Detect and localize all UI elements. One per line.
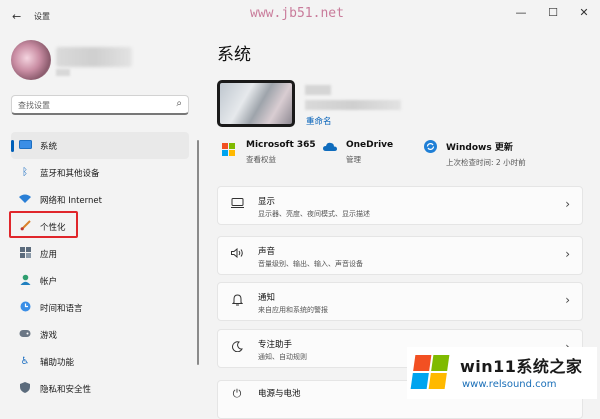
sidebar-item-accessibility[interactable]: ♿ 辅助功能 <box>11 348 189 375</box>
sidebar-nav: 系统 ᛒ 蓝牙和其他设备 网络和 Internet 个性化 应用 帐户 时间和语… <box>11 132 189 402</box>
gamepad-icon <box>18 329 32 341</box>
tile-windows-update[interactable]: Windows 更新 上次检查时间: 2 小时前 <box>422 140 526 168</box>
chevron-right-icon: › <box>565 247 570 261</box>
tile-title: Windows 更新 <box>446 143 513 153</box>
card-sound[interactable]: 声音 音量级别、输出、输入、声音设备 › <box>217 236 583 275</box>
sidebar-item-label: 系统 <box>40 141 58 152</box>
moon-icon <box>230 341 244 355</box>
card-display[interactable]: 显示 显示器、亮度、夜间模式、显示描述 › <box>217 186 583 225</box>
microsoft-logo-icon <box>222 140 238 156</box>
search-input[interactable] <box>18 97 168 113</box>
sidebar-item-accounts[interactable]: 帐户 <box>11 267 189 294</box>
tile-title: OneDrive <box>346 140 394 150</box>
sidebar-item-bluetooth[interactable]: ᛒ 蓝牙和其他设备 <box>11 159 189 186</box>
search-box[interactable]: ⌕ <box>11 95 189 115</box>
watermark-text: www.jb51.net <box>250 6 344 21</box>
highlight-annotation-box <box>9 211 78 238</box>
bluetooth-icon: ᛒ <box>22 167 28 178</box>
sidebar-item-time-language[interactable]: 时间和语言 <box>11 294 189 321</box>
accessibility-icon: ♿ <box>20 356 30 367</box>
card-subtitle: 显示器、亮度、夜间模式、显示描述 <box>258 210 370 218</box>
title-bar: ← 设置 www.jb51.net — ☐ ✕ <box>0 0 600 32</box>
blurred-user-name <box>56 47 132 67</box>
apps-icon <box>18 246 32 261</box>
card-title: 显示 <box>258 197 276 207</box>
tile-subtitle: 管理 <box>346 155 361 164</box>
chevron-right-icon: › <box>565 197 570 211</box>
sidebar-item-label: 应用 <box>40 249 58 260</box>
sidebar-item-label: 网络和 Internet <box>40 195 102 206</box>
tile-subtitle: 上次检查时间: 2 小时前 <box>446 158 526 167</box>
watermark-url: www.relsound.com <box>462 379 557 390</box>
maximize-button[interactable]: ☐ <box>545 6 561 19</box>
wifi-icon <box>18 194 32 206</box>
card-title: 电源与电池 <box>258 389 301 399</box>
minimize-button[interactable]: — <box>513 6 529 19</box>
window-title: 设置 <box>34 12 50 21</box>
close-button[interactable]: ✕ <box>576 6 592 19</box>
speaker-icon <box>230 247 244 261</box>
card-subtitle: 通知、自动规则 <box>258 353 307 361</box>
sidebar-item-gaming[interactable]: 游戏 <box>11 321 189 348</box>
card-title: 通知 <box>258 293 276 303</box>
cloud-icon <box>322 140 338 156</box>
card-title: 专注助手 <box>258 340 293 350</box>
chevron-right-icon: › <box>565 293 570 307</box>
device-wallpaper-thumbnail <box>217 80 295 127</box>
power-icon: ⏻ <box>232 387 242 400</box>
bell-icon <box>230 294 244 309</box>
rename-link[interactable]: 重命名 <box>306 115 332 127</box>
search-icon[interactable]: ⌕ <box>176 98 182 109</box>
card-notifications[interactable]: 通知 来自应用和系统的警报 › <box>217 282 583 321</box>
page-title: 系统 <box>217 45 251 65</box>
tile-onedrive[interactable]: OneDrive 管理 <box>322 140 393 165</box>
account-icon <box>18 274 32 288</box>
sidebar-item-system[interactable]: 系统 <box>11 132 189 159</box>
sidebar-item-label: 帐户 <box>40 276 58 287</box>
card-subtitle: 来自应用和系统的警报 <box>258 306 328 314</box>
card-title: 声音 <box>258 247 276 257</box>
sidebar-item-label: 辅助功能 <box>40 357 75 368</box>
tile-subtitle: 查看权益 <box>246 155 276 164</box>
system-display-icon <box>18 139 32 152</box>
blurred-user-detail <box>56 69 70 76</box>
card-subtitle: 音量级别、输出、输入、声音设备 <box>258 260 363 268</box>
sidebar-item-label: 蓝牙和其他设备 <box>40 168 100 179</box>
sidebar-item-network[interactable]: 网络和 Internet <box>11 186 189 213</box>
tile-title: Microsoft 365 <box>246 140 316 150</box>
sidebar-item-label: 时间和语言 <box>40 303 83 314</box>
sidebar-item-apps[interactable]: 应用 <box>11 240 189 267</box>
blurred-device-name <box>305 85 331 95</box>
globe-clock-icon <box>18 301 32 315</box>
blurred-device-model <box>305 100 401 110</box>
shield-icon <box>18 381 32 396</box>
tile-microsoft-365[interactable]: Microsoft 365 查看权益 <box>222 140 316 165</box>
sync-icon <box>422 140 438 156</box>
sidebar-item-label: 隐私和安全性 <box>40 384 92 395</box>
back-arrow-icon[interactable]: ← <box>12 10 21 23</box>
watermark-title: win11系统之家 <box>460 357 583 376</box>
windows-logo-icon <box>410 355 450 389</box>
sidebar-scrollbar[interactable] <box>197 140 199 365</box>
monitor-icon <box>230 198 244 211</box>
sidebar-item-privacy[interactable]: 隐私和安全性 <box>11 375 189 402</box>
avatar[interactable] <box>11 40 51 80</box>
sidebar-item-label: 游戏 <box>40 330 58 341</box>
